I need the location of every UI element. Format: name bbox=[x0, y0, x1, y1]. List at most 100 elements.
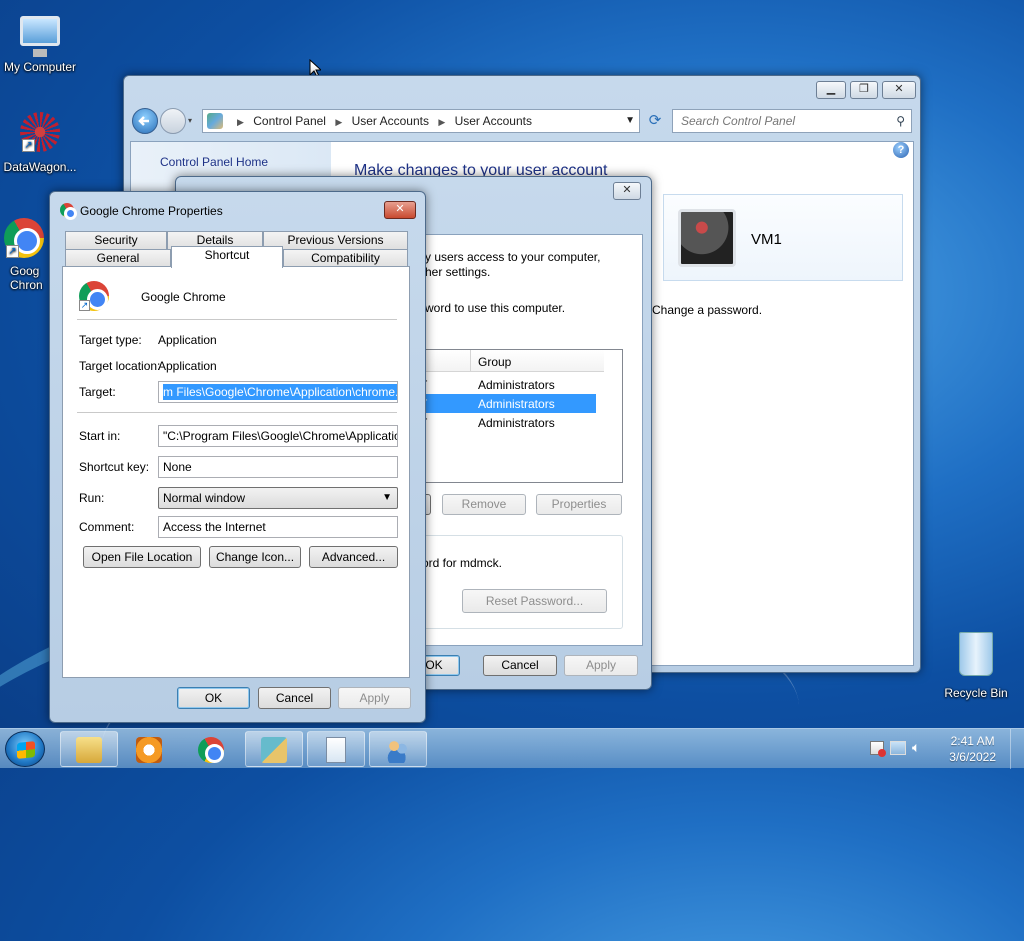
desktop-icon-google-chrome[interactable]: ↗ Goog Chron bbox=[0, 218, 54, 292]
close-button[interactable]: ✕ bbox=[882, 81, 916, 99]
media-player-icon bbox=[136, 737, 162, 763]
shortcut-arrow-icon: ↗ bbox=[6, 245, 19, 258]
app-name: Google Chrome bbox=[141, 290, 226, 304]
taskbar-media-player[interactable] bbox=[120, 731, 178, 767]
shortcut-tab-panel: ↗ Google Chrome Target type: Application… bbox=[62, 266, 410, 678]
control-panel-home-link[interactable]: Control Panel Home bbox=[160, 155, 268, 169]
back-arrow-icon bbox=[138, 116, 149, 126]
cancel-button[interactable]: Cancel bbox=[483, 655, 557, 676]
shortcut-key-label: Shortcut key: bbox=[79, 460, 150, 474]
user-name: VM1 bbox=[751, 231, 782, 248]
chrome-icon bbox=[198, 737, 224, 763]
taskbar-explorer[interactable] bbox=[60, 731, 118, 767]
advanced-button[interactable]: Advanced... bbox=[309, 546, 398, 568]
address-bar[interactable]: ▶ Control Panel ▶ User Accounts ▶ User A… bbox=[202, 109, 640, 133]
ok-button[interactable]: OK bbox=[177, 687, 250, 709]
help-icon[interactable]: ? bbox=[893, 142, 909, 158]
start-in-field[interactable]: "C:\Program Files\Google\Chrome\Applicat… bbox=[158, 425, 398, 447]
desktop-icon-my-computer[interactable]: My Computer bbox=[0, 8, 80, 74]
taskbar-chrome[interactable] bbox=[182, 731, 240, 767]
target-field[interactable]: m Files\Google\Chrome\Application\chrome… bbox=[158, 381, 398, 403]
desktop-icon-datawagon[interactable]: ↗ DataWagon... bbox=[0, 112, 80, 174]
close-button[interactable]: ✕ bbox=[384, 201, 416, 219]
dialog-text: word to use this computer. bbox=[425, 301, 566, 315]
recent-pages-chevron-icon[interactable]: ▾ bbox=[188, 116, 192, 125]
computer-icon bbox=[20, 16, 60, 57]
cancel-button[interactable]: Cancel bbox=[258, 687, 331, 709]
comment-label: Comment: bbox=[79, 520, 135, 534]
close-button[interactable]: ✕ bbox=[613, 182, 641, 200]
taskbar-user-accounts[interactable] bbox=[369, 731, 427, 767]
change-icon-button[interactable]: Change Icon... bbox=[209, 546, 301, 568]
run-label: Run: bbox=[79, 491, 105, 505]
run-select[interactable]: Normal window ▼ bbox=[158, 487, 398, 509]
breadcrumb-user-accounts[interactable]: User Accounts bbox=[352, 114, 429, 128]
apply-button[interactable]: Apply bbox=[564, 655, 638, 676]
datawagon-icon: ↗ bbox=[20, 112, 60, 152]
user-tile: VM1 bbox=[663, 194, 903, 281]
control-panel-icon bbox=[261, 737, 287, 763]
password-group: ord for mdmck. Reset Password... bbox=[405, 535, 623, 629]
address-dropdown-icon[interactable]: ▼ bbox=[625, 110, 635, 132]
clock-time: 2:41 AM bbox=[950, 734, 995, 748]
volume-icon[interactable]: 🔈︎ bbox=[912, 739, 920, 756]
search-icon: ⚲ bbox=[896, 114, 905, 128]
shortcut-key-field[interactable]: None bbox=[158, 456, 398, 478]
table-row-selected[interactable]: ET Administrators bbox=[412, 394, 596, 413]
desktop-icon-label: Goog Chron bbox=[10, 264, 43, 292]
recycle-bin-icon bbox=[959, 632, 993, 676]
show-desktop-button[interactable] bbox=[1010, 729, 1024, 769]
taskbar: 🔈︎ 2:41 AM 3/6/2022 bbox=[0, 728, 1024, 769]
start-in-label: Start in: bbox=[79, 429, 121, 443]
group-column-header[interactable]: Group bbox=[478, 355, 511, 369]
chrome-properties-dialog: Google Chrome Properties ✕ Security Deta… bbox=[49, 191, 426, 723]
target-location-label: Target location: bbox=[79, 359, 161, 373]
refresh-icon[interactable]: ⟳ bbox=[644, 110, 666, 132]
forward-button[interactable] bbox=[160, 108, 186, 134]
password-text: ord for mdmck. bbox=[422, 556, 503, 570]
change-password-link[interactable]: Change a password. bbox=[652, 303, 762, 317]
start-button[interactable] bbox=[5, 731, 45, 767]
breadcrumb-user-accounts-current[interactable]: User Accounts bbox=[455, 114, 532, 128]
tab-previous-versions[interactable]: Previous Versions bbox=[263, 231, 408, 250]
breadcrumb-control-panel[interactable]: Control Panel bbox=[253, 114, 326, 128]
target-label: Target: bbox=[79, 385, 116, 399]
clock[interactable]: 2:41 AM 3/6/2022 bbox=[949, 733, 996, 765]
chrome-icon bbox=[60, 203, 77, 220]
action-center-flag-icon[interactable] bbox=[870, 741, 886, 757]
shortcut-arrow-icon: ↗ bbox=[79, 300, 90, 311]
properties-button[interactable]: Properties bbox=[536, 494, 622, 515]
taskbar-notepad[interactable] bbox=[307, 731, 365, 767]
search-input[interactable]: Search Control Panel ⚲ bbox=[672, 109, 912, 133]
remove-button[interactable]: Remove bbox=[442, 494, 526, 515]
control-panel-icon bbox=[207, 113, 223, 129]
open-file-location-button[interactable]: Open File Location bbox=[83, 546, 201, 568]
reset-password-button[interactable]: Reset Password... bbox=[462, 589, 607, 613]
target-type-value: Application bbox=[158, 333, 217, 347]
maximize-button[interactable]: ❐ bbox=[850, 81, 878, 99]
table-row[interactable]: ET Administrators bbox=[412, 375, 622, 394]
system-tray: 🔈︎ 2:41 AM 3/6/2022 bbox=[854, 729, 1024, 769]
desktop-icon-label: Recycle Bin bbox=[944, 686, 1008, 700]
desktop-icon-label: DataWagon... bbox=[3, 160, 77, 174]
desktop-icon-recycle-bin[interactable]: Recycle Bin bbox=[936, 628, 1016, 700]
back-button[interactable] bbox=[132, 108, 158, 134]
users-list[interactable]: Group ET Administrators ET Administrator… bbox=[412, 349, 623, 483]
dialog-text: her settings. bbox=[425, 265, 491, 279]
target-type-label: Target type: bbox=[79, 333, 142, 347]
folder-icon bbox=[76, 737, 102, 763]
minimize-button[interactable]: ▁ bbox=[816, 81, 846, 99]
comment-field[interactable]: Access the Internet bbox=[158, 516, 398, 538]
taskbar-control-panel[interactable] bbox=[245, 731, 303, 767]
tab-shortcut[interactable]: Shortcut bbox=[171, 246, 283, 268]
desktop-icon-label: My Computer bbox=[3, 60, 77, 74]
shortcut-arrow-icon: ↗ bbox=[22, 139, 35, 152]
table-row[interactable]: ET Administrators bbox=[412, 413, 622, 432]
network-icon[interactable] bbox=[890, 741, 906, 755]
tab-security[interactable]: Security bbox=[65, 231, 167, 250]
apply-button[interactable]: Apply bbox=[338, 687, 411, 709]
document-icon bbox=[326, 737, 346, 763]
dropdown-arrow-icon: ▼ bbox=[382, 492, 392, 503]
dialog-text: y users access to your computer, bbox=[425, 250, 601, 264]
user-picture-icon bbox=[678, 209, 736, 267]
